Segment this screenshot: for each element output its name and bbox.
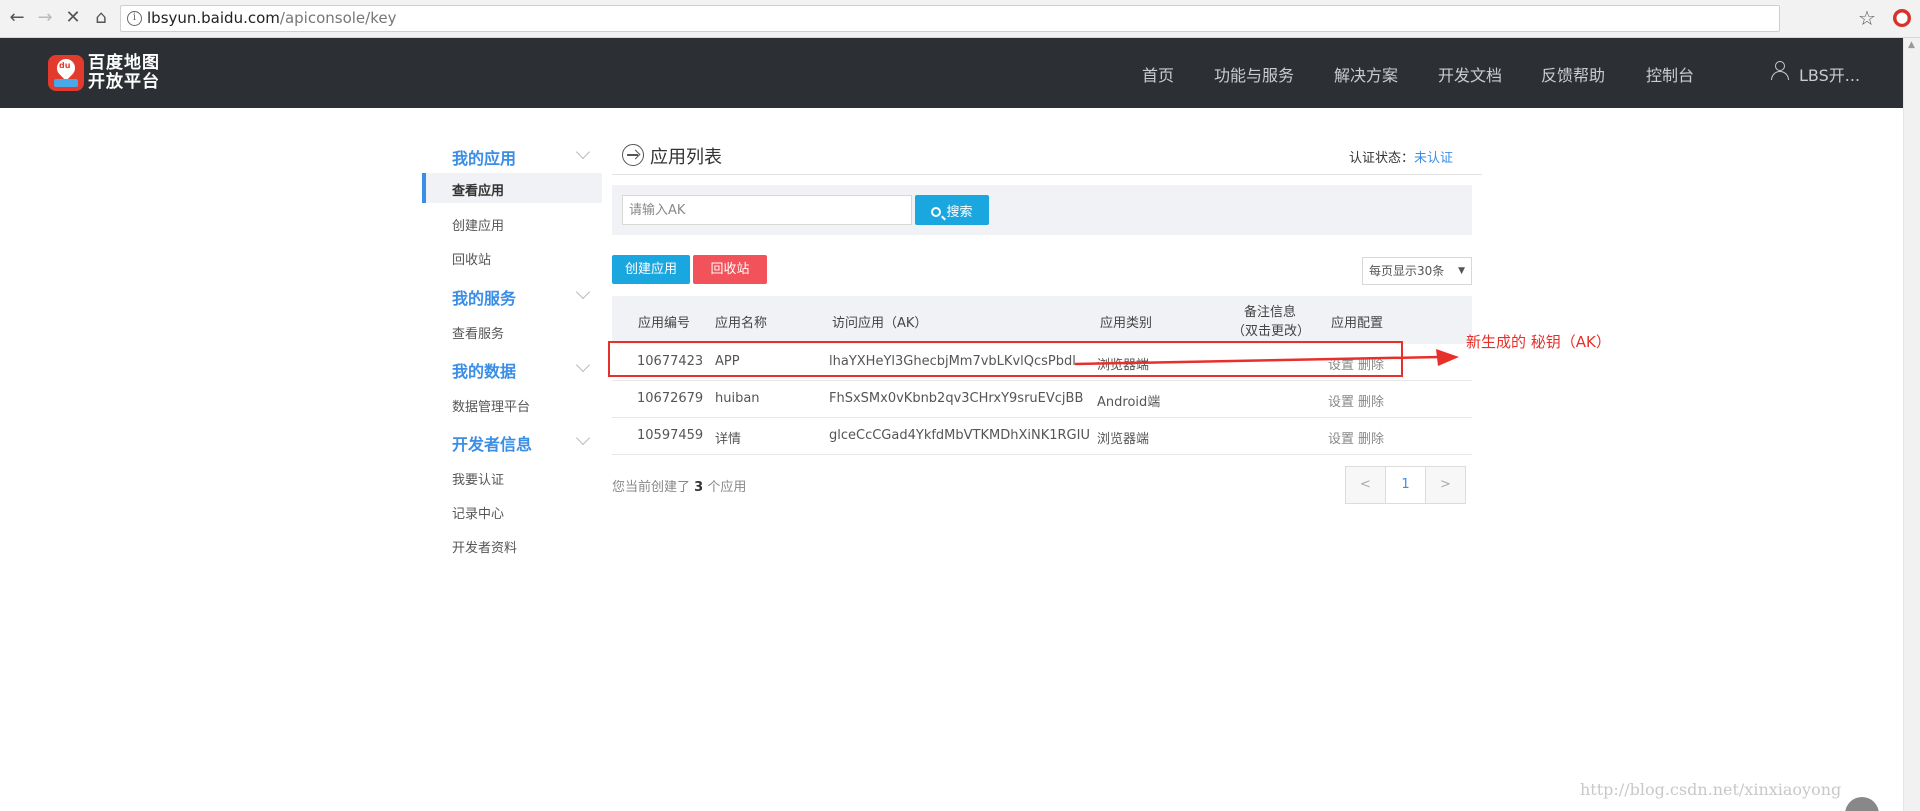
annotation-label: 新生成的 秘钥（AK）	[1466, 333, 1611, 351]
table-row: 10597459 详情 glceCcCGad4YkfdMbVTKMDhXiNK1…	[612, 418, 1472, 455]
column-header-note-hint: （双击更改）	[1232, 324, 1311, 339]
delete-link[interactable]: 删除	[1358, 428, 1384, 447]
summary-suffix: 个应用	[707, 480, 747, 495]
sidebar-section-developer-info[interactable]: 开发者信息	[452, 431, 532, 455]
sidebar-item-view-apps[interactable]: 查看应用	[452, 180, 504, 199]
column-header-config: 应用配置	[1331, 316, 1384, 331]
app-id: 10597459	[637, 428, 704, 443]
app-ak[interactable]: glceCcCGad4YkfdMbVTKMDhXiNK1RGIU	[829, 428, 1090, 443]
next-page-button[interactable]: >	[1425, 466, 1466, 504]
chevron-down-icon[interactable]	[575, 430, 591, 446]
page-1-button[interactable]: 1	[1385, 466, 1426, 504]
nav-home[interactable]: 首页	[1142, 62, 1174, 86]
arrow-circle-icon	[622, 144, 644, 166]
chevron-down-icon[interactable]	[575, 144, 591, 160]
home-icon[interactable]: ⌂	[90, 7, 112, 29]
annotation-highlight-box	[608, 341, 1403, 377]
url-path: /apiconsole/key	[279, 9, 397, 27]
auth-status-value[interactable]: 未认证	[1414, 151, 1453, 166]
nav-feedback[interactable]: 反馈帮助	[1541, 62, 1605, 86]
column-header-id: 应用编号	[638, 316, 691, 331]
sidebar-item-developer-profile[interactable]: 开发者资料	[452, 537, 517, 556]
sidebar-item-verify[interactable]: 我要认证	[452, 469, 504, 488]
column-header-type: 应用类别	[1100, 316, 1153, 331]
page-scrollbar[interactable]: ▲	[1903, 38, 1920, 811]
summary-prefix: 您当前创建了	[612, 480, 691, 495]
baidu-map-logo-icon[interactable]: du	[48, 55, 84, 91]
app-id: 10672679	[637, 391, 704, 406]
forward-icon[interactable]: →	[34, 7, 56, 29]
watermark: http://blog.csdn.net/xinxiaoyong	[1580, 780, 1842, 799]
logo-text[interactable]: 百度地图 开放平台	[88, 54, 160, 92]
summary-count: 3	[694, 480, 704, 495]
search-button[interactable]: 搜索	[915, 195, 989, 225]
logo-line-2: 开放平台	[88, 72, 160, 92]
nav-features[interactable]: 功能与服务	[1214, 62, 1294, 86]
sidebar-item-data-platform[interactable]: 数据管理平台	[452, 396, 530, 415]
table-header: 应用编号 应用名称 访问应用（AK） 应用类别 备注信息 （双击更改） 应用配置	[612, 296, 1472, 344]
delete-link[interactable]: 删除	[1358, 391, 1384, 410]
logo-badge: du	[59, 61, 71, 70]
nav-docs[interactable]: 开发文档	[1438, 62, 1502, 86]
app-name: huiban	[715, 391, 760, 406]
chevron-down-icon[interactable]	[575, 284, 591, 300]
app-count-summary: 您当前创建了 3 个应用	[612, 476, 746, 495]
sidebar-item-view-services[interactable]: 查看服务	[452, 323, 504, 342]
prev-page-button[interactable]: <	[1345, 466, 1386, 504]
search-button-label: 搜索	[946, 204, 973, 220]
nav-solutions[interactable]: 解决方案	[1334, 62, 1398, 86]
auth-status-label: 认证状态：	[1349, 151, 1415, 166]
settings-link[interactable]: 设置	[1328, 391, 1354, 410]
caret-down-icon: ▼	[1458, 266, 1465, 276]
user-icon[interactable]	[1770, 60, 1790, 80]
search-icon	[931, 206, 942, 217]
ak-search-input[interactable]	[622, 195, 912, 225]
chevron-down-icon[interactable]	[575, 357, 591, 373]
floating-widget-icon[interactable]	[1845, 797, 1879, 811]
recycle-bin-button[interactable]: 回收站	[693, 255, 767, 284]
sidebar-section-my-data[interactable]: 我的数据	[452, 358, 516, 382]
app-ak[interactable]: FhSxSMx0vKbnb2qv3CHrxY9sruEVcjBB	[829, 391, 1083, 406]
url-host: lbsyun.baidu.com	[147, 9, 280, 27]
column-header-name: 应用名称	[715, 316, 768, 331]
per-page-select[interactable]: 每页显示30条 ▼	[1362, 257, 1472, 285]
extension-icon[interactable]: ⬤	[1893, 9, 1911, 27]
settings-link[interactable]: 设置	[1328, 428, 1354, 447]
sidebar-item-recycle-bin[interactable]: 回收站	[452, 249, 491, 268]
app-type: Android端	[1097, 395, 1161, 410]
address-bar[interactable]: i lbsyun.baidu.com/apiconsole/key	[120, 5, 1780, 32]
back-icon[interactable]: ←	[6, 7, 28, 29]
logo-line-1: 百度地图	[88, 53, 160, 73]
stop-icon[interactable]: ✕	[62, 7, 84, 29]
page-title: 应用列表	[650, 147, 722, 168]
site-header: du 百度地图 开放平台 首页 功能与服务 解决方案 开发文档 反馈帮助 控制台…	[0, 38, 1903, 108]
per-page-value: 每页显示30条	[1369, 264, 1445, 278]
column-header-note: 备注信息	[1244, 305, 1297, 320]
title-divider	[612, 174, 1482, 175]
browser-toolbar: ← → ✕ ⌂ i lbsyun.baidu.com/apiconsole/ke…	[0, 0, 1920, 38]
create-app-button[interactable]: 创建应用	[612, 255, 690, 284]
sidebar-item-records[interactable]: 记录中心	[452, 503, 504, 522]
app-type: 浏览器端	[1097, 432, 1150, 447]
star-icon[interactable]: ☆	[1858, 6, 1876, 30]
sidebar-section-my-apps[interactable]: 我的应用	[452, 145, 516, 169]
table-row: 10672679 huiban FhSxSMx0vKbnb2qv3CHrxY9s…	[612, 381, 1472, 418]
sidebar-item-active-indicator	[422, 173, 602, 203]
sidebar-section-my-services[interactable]: 我的服务	[452, 285, 516, 309]
app-name: 详情	[715, 432, 742, 447]
sidebar-item-create-app[interactable]: 创建应用	[452, 215, 504, 234]
user-name[interactable]: LBS开...	[1799, 62, 1860, 86]
info-icon[interactable]: i	[127, 11, 142, 26]
nav-console[interactable]: 控制台	[1646, 62, 1694, 86]
auth-status: 认证状态：未认证	[1349, 147, 1453, 166]
column-header-ak: 访问应用（AK）	[832, 316, 928, 331]
